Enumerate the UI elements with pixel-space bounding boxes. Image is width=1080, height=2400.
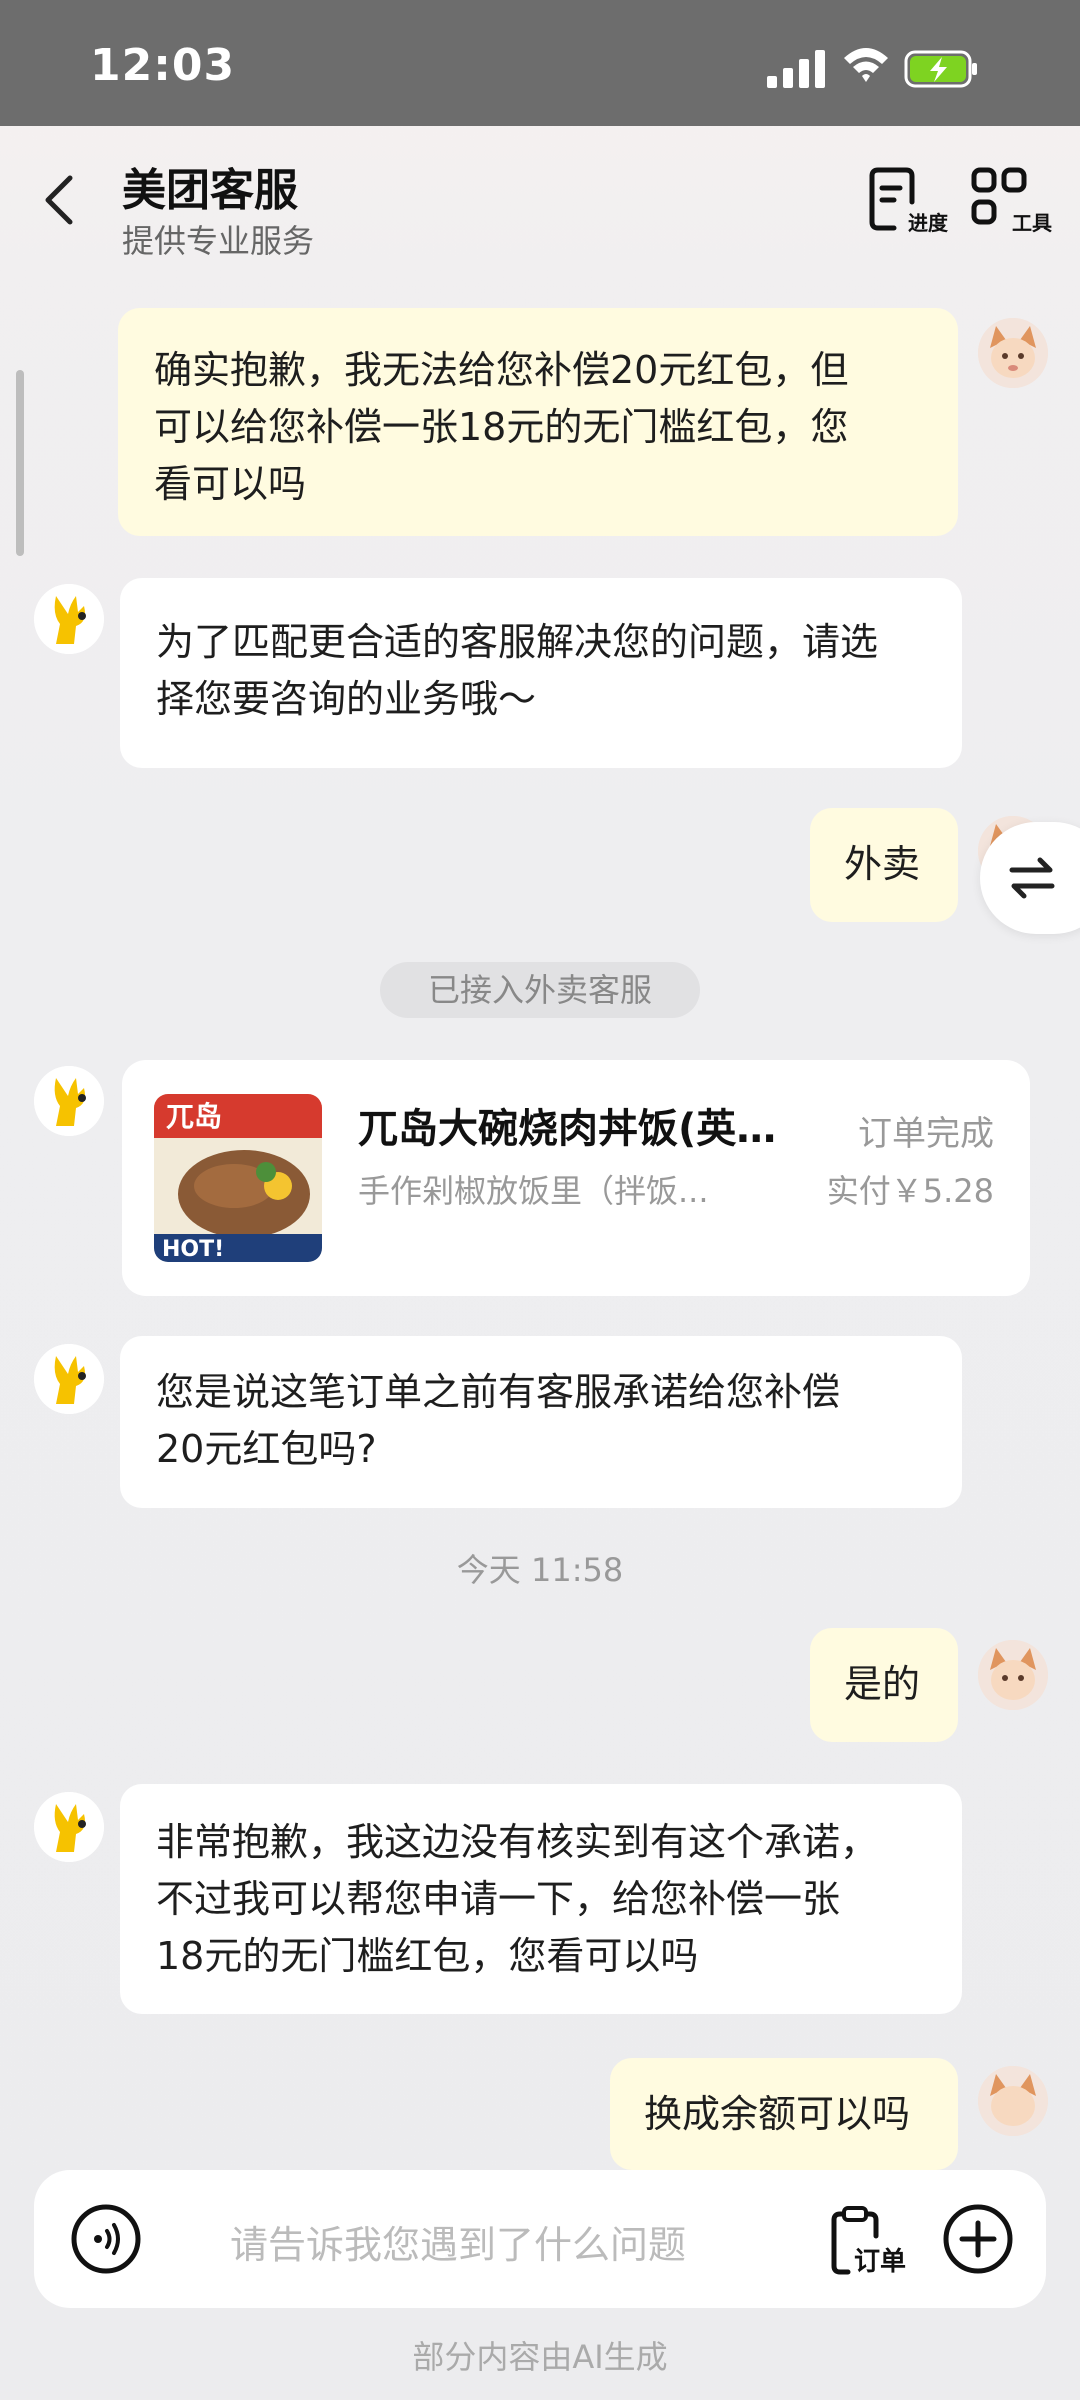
order-label: 订单	[853, 2247, 906, 2277]
bot-avatar[interactable]	[34, 1066, 104, 1136]
message-line: 您是说这笔订单之前有客服承诺给您补偿	[156, 1370, 841, 1414]
order-card[interactable]: 兀岛 HOT! 兀岛大碗烧肉丼饭(英... 订单完成 手作剁椒放饭里（拌饭...…	[122, 1060, 1030, 1296]
user-avatar[interactable]	[978, 318, 1048, 388]
message-input-bar: 请告诉我您遇到了什么问题 订单	[34, 2170, 1046, 2308]
fox-avatar-icon	[978, 2066, 1048, 2136]
progress-label: 进度	[908, 211, 948, 235]
user-avatar[interactable]	[978, 1640, 1048, 1710]
bot-avatar[interactable]	[34, 1344, 104, 1414]
order-name: 兀岛大碗烧肉丼饭(英...	[358, 1106, 778, 1152]
fox-avatar-icon	[978, 1640, 1048, 1710]
rice-bowl-image: 兀岛 HOT!	[154, 1094, 322, 1262]
kangaroo-avatar-icon	[34, 1792, 104, 1862]
message-line: 为了匹配更合适的客服解决您的问题，请选	[156, 620, 879, 664]
message-line: 可以给您补偿一张18元的无门槛红包，您	[154, 405, 849, 449]
message-line: 18元的无门槛红包，您看可以吗	[156, 1934, 699, 1978]
message-input[interactable]: 请告诉我您遇到了什么问题	[230, 2214, 686, 2269]
user-message-bubble: 是的	[810, 1628, 958, 1742]
message-line: 择您要咨询的业务哦～	[156, 677, 537, 721]
kangaroo-avatar-icon	[34, 1344, 104, 1414]
user-message-bubble: 外卖	[810, 808, 958, 922]
order-status: 订单完成	[858, 1114, 994, 1154]
system-notice: 已接入外卖客服	[380, 962, 700, 1018]
back-arrow-icon[interactable]	[36, 170, 86, 230]
order-thumbnail: 兀岛 HOT!	[154, 1094, 322, 1262]
hot-badge-text: HOT!	[162, 1237, 224, 1262]
tools-button[interactable]: 工具	[970, 166, 1052, 238]
bot-avatar[interactable]	[34, 1792, 104, 1862]
order-subtitle: 手作剁椒放饭里（拌饭...	[358, 1172, 709, 1210]
status-bar: 12:03	[0, 0, 1080, 126]
scroll-indicator[interactable]	[16, 370, 24, 556]
message-line: 20元红包吗?	[156, 1427, 377, 1471]
message-line: 看可以吗	[154, 462, 307, 506]
signal-icon	[767, 50, 825, 88]
bot-message-bubble: 您是说这笔订单之前有客服承诺给您补偿 20元红包吗?	[120, 1336, 962, 1508]
kangaroo-avatar-icon	[34, 1066, 104, 1136]
message-text: 换成余额可以吗	[644, 2092, 911, 2136]
chat-header: 美团客服 提供专业服务 进度 工具	[0, 126, 1080, 266]
wifi-icon	[844, 48, 888, 82]
message-line: 非常抱歉，我这边没有核实到有这个承诺，	[156, 1820, 879, 1864]
status-time: 12:03	[90, 40, 236, 91]
bot-message-bubble: 为了匹配更合适的客服解决您的问题，请选 择您要咨询的业务哦～	[120, 578, 962, 768]
swap-arrows-icon	[1009, 857, 1055, 899]
user-message-bubble: 确实抱歉，我无法给您补偿20元红包，但 可以给您补偿一张18元的无门槛红包，您 …	[118, 308, 958, 536]
page-title: 美团客服	[122, 165, 298, 216]
order-paid-amount: 实付￥5.28	[826, 1172, 994, 1210]
message-text: 外卖	[844, 842, 921, 886]
bot-message-bubble: 非常抱歉，我这边没有核实到有这个承诺， 不过我可以帮您申请一下，给您补偿一张 1…	[120, 1784, 962, 2014]
fox-avatar-icon	[978, 318, 1048, 388]
brand-text: 兀岛	[166, 1100, 222, 1133]
message-text: 是的	[844, 1662, 921, 1706]
switch-service-button[interactable]	[980, 822, 1080, 934]
timestamp-label: 今天 11:58	[456, 1551, 624, 1589]
plus-icon[interactable]	[942, 2203, 1014, 2275]
message-line: 确实抱歉，我无法给您补偿20元红包，但	[154, 348, 849, 392]
page-subtitle: 提供专业服务	[122, 222, 315, 260]
progress-button[interactable]: 进度	[866, 166, 948, 238]
order-button[interactable]: 订单	[826, 2206, 906, 2278]
tools-label: 工具	[1012, 211, 1052, 235]
message-line: 不过我可以帮您申请一下，给您补偿一张	[156, 1877, 841, 1921]
battery-charging-icon	[904, 50, 977, 88]
user-avatar[interactable]	[978, 2066, 1048, 2136]
user-message-bubble: 换成余额可以吗	[610, 2058, 958, 2170]
bot-avatar[interactable]	[34, 584, 104, 654]
voice-input-icon[interactable]	[70, 2203, 142, 2275]
ai-generated-note: 部分内容由AI生成	[412, 2338, 668, 2376]
kangaroo-avatar-icon	[34, 584, 104, 654]
